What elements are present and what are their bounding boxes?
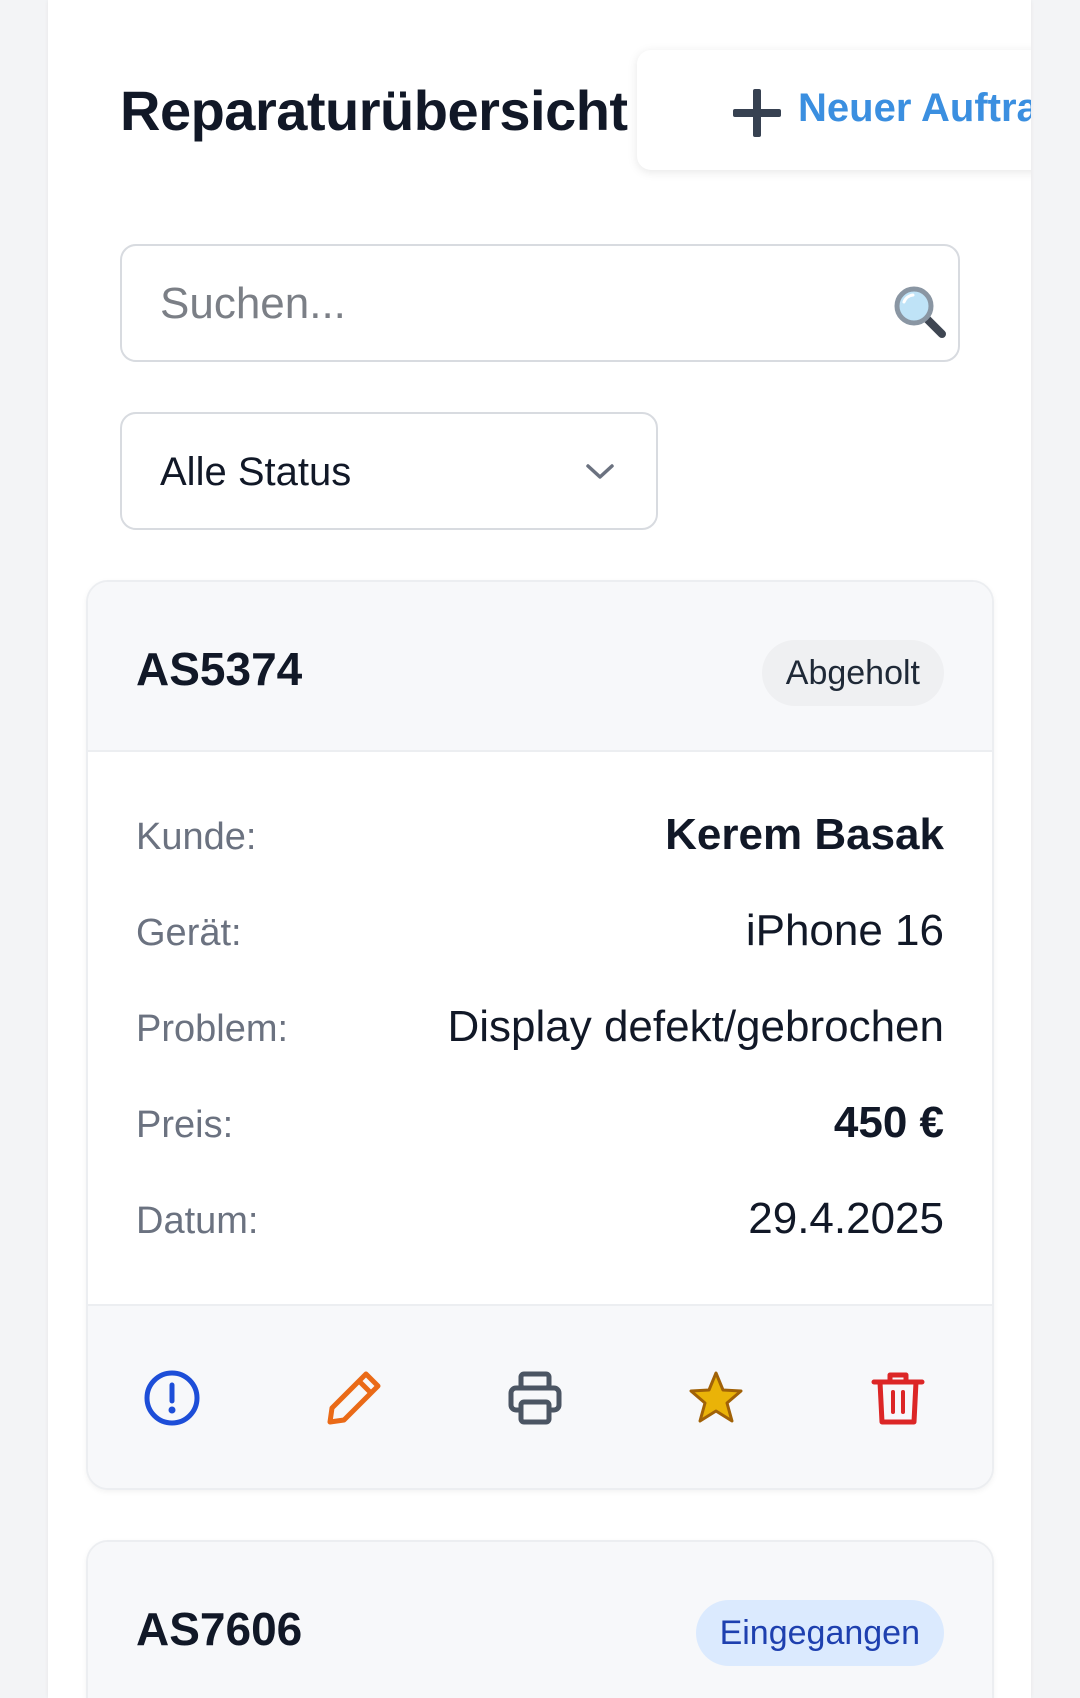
print-icon: [508, 1371, 562, 1425]
device-label: Gerät:: [136, 912, 242, 954]
customer-row: Kunde: Kerem Basak: [136, 810, 944, 870]
order-id: AS5374: [136, 643, 303, 695]
repair-overview-panel: Reparaturübersicht Neuer Auftrag Alle St…: [48, 0, 1031, 1698]
new-order-label: Neuer Auftrag: [798, 86, 1031, 130]
customer-label: Kunde:: [136, 816, 257, 858]
problem-label: Problem:: [136, 1008, 289, 1050]
star-icon: [689, 1371, 743, 1423]
date-label: Datum:: [136, 1200, 259, 1242]
search-box[interactable]: [120, 244, 960, 362]
order-id: AS7606: [136, 1603, 303, 1655]
device-value: iPhone 16: [745, 906, 944, 955]
order-card-actions: [88, 1304, 992, 1488]
status-filter-value: Alle Status: [160, 450, 352, 494]
info-icon: [144, 1370, 200, 1426]
price-value: 450 €: [833, 1098, 944, 1147]
date-value: 29.4.2025: [748, 1194, 944, 1243]
price-row: Preis: 450 €: [136, 1098, 944, 1158]
order-card-header: AS7606 Eingegangen: [88, 1542, 992, 1698]
plus-icon: [733, 89, 781, 137]
order-card[interactable]: AS7606 Eingegangen: [86, 1540, 994, 1698]
new-order-button[interactable]: Neuer Auftrag: [637, 50, 1031, 170]
edit-button[interactable]: [322, 1366, 386, 1430]
delete-button[interactable]: [866, 1366, 930, 1430]
search-icon[interactable]: [892, 284, 948, 340]
date-row: Datum: 29.4.2025: [136, 1194, 944, 1254]
price-label: Preis:: [136, 1104, 234, 1146]
customer-value: Kerem Basak: [665, 810, 944, 859]
problem-value: Display defekt/gebrochen: [447, 1002, 944, 1051]
info-button[interactable]: [140, 1366, 204, 1430]
chevron-down-icon: [586, 464, 614, 479]
search-input[interactable]: [160, 274, 860, 334]
problem-row: Problem: Display defekt/gebrochen: [136, 1002, 944, 1062]
edit-icon: [327, 1371, 381, 1425]
order-card[interactable]: AS5374 Abgeholt Kunde: Kerem Basak Gerät…: [86, 580, 994, 1490]
status-filter-select[interactable]: Alle Status: [120, 412, 658, 530]
page-title: Reparaturübersicht: [120, 79, 628, 142]
favorite-button[interactable]: [684, 1366, 748, 1430]
order-card-header: AS5374 Abgeholt: [88, 582, 992, 752]
status-badge: Eingegangen: [695, 1600, 944, 1666]
trash-icon: [871, 1372, 925, 1425]
status-badge: Abgeholt: [761, 640, 944, 706]
device-row: Gerät: iPhone 16: [136, 906, 944, 966]
print-button[interactable]: [503, 1366, 567, 1430]
